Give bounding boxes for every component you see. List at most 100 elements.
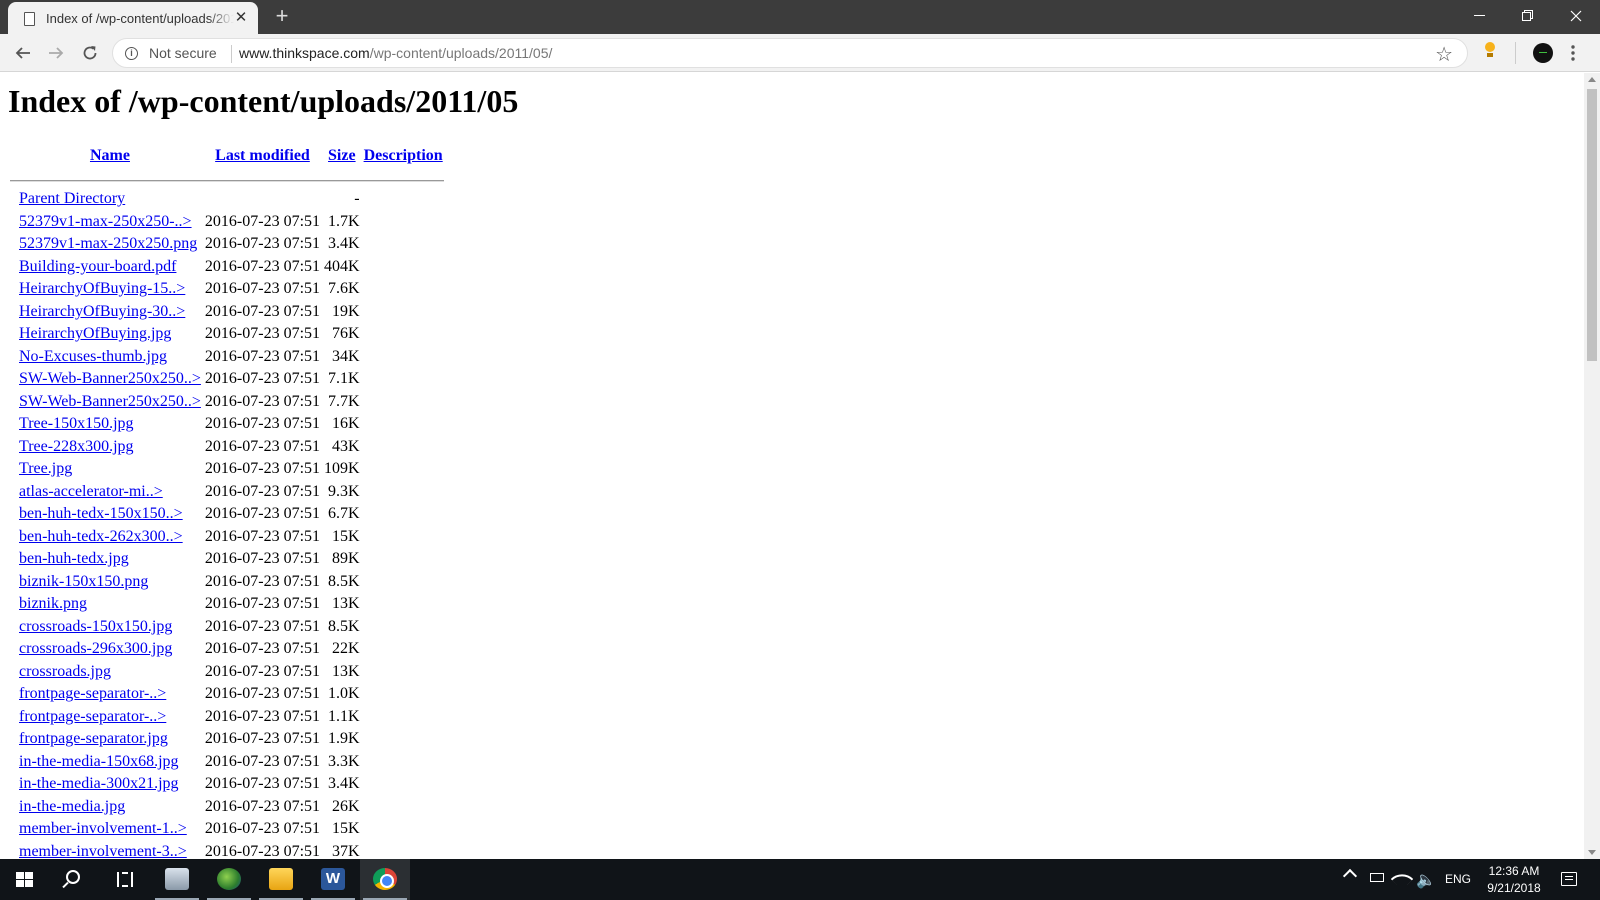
taskbar-app-word[interactable]: W (308, 859, 358, 900)
file-link[interactable]: HeirarchyOfBuying-15..> (19, 280, 185, 297)
file-link[interactable]: SW-Web-Banner250x250..> (19, 370, 201, 387)
bulb-base (1487, 53, 1493, 57)
file-link[interactable]: 52379v1-max-250x250.png (19, 235, 197, 252)
file-link[interactable]: No-Excuses-thumb.jpg (19, 348, 167, 365)
description-column-header[interactable]: Description (363, 143, 444, 169)
modified-cell: 2016-07-23 07:51 (204, 662, 321, 680)
file-link[interactable]: Building-your-board.pdf (19, 258, 176, 275)
file-link[interactable]: crossroads-296x300.jpg (19, 640, 172, 657)
file-link[interactable]: in-the-media-300x21.jpg (19, 775, 179, 792)
taskbar-app-chrome[interactable] (360, 859, 410, 900)
lightbulb-icon[interactable] (1484, 42, 1496, 58)
restore-icon-back (1522, 12, 1531, 21)
modified-cell (204, 188, 321, 211)
name-cell: crossroads-150x150.jpg (18, 616, 202, 639)
table-row: HeirarchyOfBuying.jpg 2016-07-23 07:51 76K (10, 323, 444, 346)
name-column-header[interactable]: Name (18, 143, 202, 169)
table-row: SW-Web-Banner250x250..> 2016-07-23 07:51 7… (10, 391, 444, 414)
size-cell: 22K (332, 640, 360, 658)
file-link[interactable]: atlas-accelerator-mi..> (19, 483, 163, 500)
description-cell (363, 796, 444, 819)
taskbar-app-printer[interactable] (152, 859, 202, 900)
avatar[interactable] (1533, 43, 1553, 63)
restore-button[interactable] (1505, 0, 1551, 32)
notifications-icon[interactable] (1561, 872, 1577, 886)
battery-icon[interactable] (1370, 873, 1384, 882)
row-icon-cell (10, 413, 16, 436)
wifi-icon[interactable] (1390, 867, 1414, 891)
security-label[interactable]: Not secure (149, 45, 217, 61)
file-link[interactable]: SW-Web-Banner250x250..> (19, 393, 201, 410)
sort-by-name-link[interactable]: Name (90, 147, 130, 164)
scrollbar-thumb[interactable] (1587, 89, 1597, 361)
file-link[interactable]: Tree.jpg (19, 460, 72, 477)
scroll-up-arrow-icon[interactable] (1588, 77, 1596, 82)
description-cell (363, 391, 444, 414)
start-button[interactable] (0, 859, 50, 900)
file-link[interactable]: Tree-150x150.jpg (19, 415, 134, 432)
size-cell: 1.1K (328, 707, 360, 725)
star-icon[interactable]: ☆ (1435, 42, 1453, 67)
size-column-header[interactable]: Size (323, 143, 361, 169)
scroll-down-arrow-icon[interactable] (1588, 850, 1596, 855)
file-link[interactable]: in-the-media.jpg (19, 798, 125, 815)
system-clock[interactable]: 12:36 AM 9/21/2018 (1474, 863, 1554, 897)
search-button[interactable] (50, 859, 100, 900)
file-link[interactable]: 52379v1-max-250x250-..> (19, 213, 192, 230)
table-row: frontpage-separator-..> 2016-07-23 07:51 1… (10, 683, 444, 706)
browser-tab[interactable]: Index of /wp-content/uploads/2011/05/ ✕ (8, 2, 258, 35)
file-link[interactable]: crossroads-150x150.jpg (19, 618, 172, 635)
address-bar[interactable]: i Not secure www.thinkspace.com/wp-conte… (112, 38, 1468, 68)
windows-taskbar: W 🔈 ENG 12:36 AM 9/21/2018 (0, 859, 1600, 900)
file-link[interactable]: in-the-media-150x68.jpg (19, 753, 179, 770)
file-link[interactable]: frontpage-separator-..> (19, 685, 166, 702)
info-icon[interactable]: i (125, 47, 138, 60)
row-icon-cell (10, 391, 16, 414)
new-tab-button[interactable]: + (270, 5, 294, 29)
close-window-button[interactable] (1553, 0, 1599, 32)
description-cell (363, 481, 444, 504)
size-cell: 16K (332, 415, 360, 433)
sort-by-modified-link[interactable]: Last modified (215, 147, 310, 164)
more-menu-icon[interactable] (1570, 43, 1576, 63)
taskbar-app-file-explorer[interactable] (256, 859, 306, 900)
file-link[interactable]: biznik.png (19, 595, 87, 612)
sort-by-size-link[interactable]: Size (328, 147, 356, 164)
file-link[interactable]: biznik-150x150.png (19, 573, 148, 590)
description-cell (363, 413, 444, 436)
file-link[interactable]: member-involvement-3..> (19, 843, 187, 859)
forward-button[interactable] (42, 39, 70, 67)
url-text[interactable]: www.thinkspace.com/wp-content/uploads/20… (239, 45, 552, 61)
file-link[interactable]: ben-huh-tedx.jpg (19, 550, 129, 567)
file-link[interactable]: member-involvement-1..> (19, 820, 187, 837)
sort-by-description-link[interactable]: Description (364, 147, 443, 164)
modified-cell: 2016-07-23 07:51 (204, 347, 321, 365)
vertical-scrollbar[interactable] (1584, 73, 1600, 859)
task-view-button[interactable] (100, 859, 150, 900)
file-link[interactable]: frontpage-separator-..> (19, 708, 166, 725)
chevron-up-icon[interactable] (1342, 868, 1358, 884)
file-link[interactable]: HeirarchyOfBuying.jpg (19, 325, 171, 342)
close-tab-icon[interactable]: ✕ (232, 9, 250, 27)
file-link[interactable]: frontpage-separator.jpg (19, 730, 168, 747)
minimize-button[interactable] (1457, 0, 1503, 32)
volume-icon[interactable]: 🔈 (1416, 870, 1436, 900)
file-link[interactable]: ben-huh-tedx-262x300..> (19, 528, 183, 545)
size-cell: 1.0K (328, 685, 360, 703)
description-cell (363, 683, 444, 706)
back-button[interactable] (9, 39, 37, 67)
name-cell: Tree-228x300.jpg (18, 436, 202, 459)
file-link[interactable]: ben-huh-tedx-150x150..> (19, 505, 183, 522)
language-indicator[interactable]: ENG (1445, 872, 1471, 900)
row-icon-cell (10, 706, 16, 729)
file-link[interactable]: HeirarchyOfBuying-30..> (19, 303, 185, 320)
file-link[interactable]: crossroads.jpg (19, 663, 111, 680)
size-cell: 15K (332, 527, 360, 545)
reload-button[interactable] (76, 39, 104, 67)
parent-directory-link[interactable]: Parent Directory (19, 190, 125, 207)
last-modified-column-header[interactable]: Last modified (204, 143, 321, 169)
file-link[interactable]: Tree-228x300.jpg (19, 438, 134, 455)
taskbar-app-globe[interactable] (204, 859, 254, 900)
name-cell: ben-huh-tedx-150x150..> (18, 503, 202, 526)
name-cell: crossroads.jpg (18, 661, 202, 684)
